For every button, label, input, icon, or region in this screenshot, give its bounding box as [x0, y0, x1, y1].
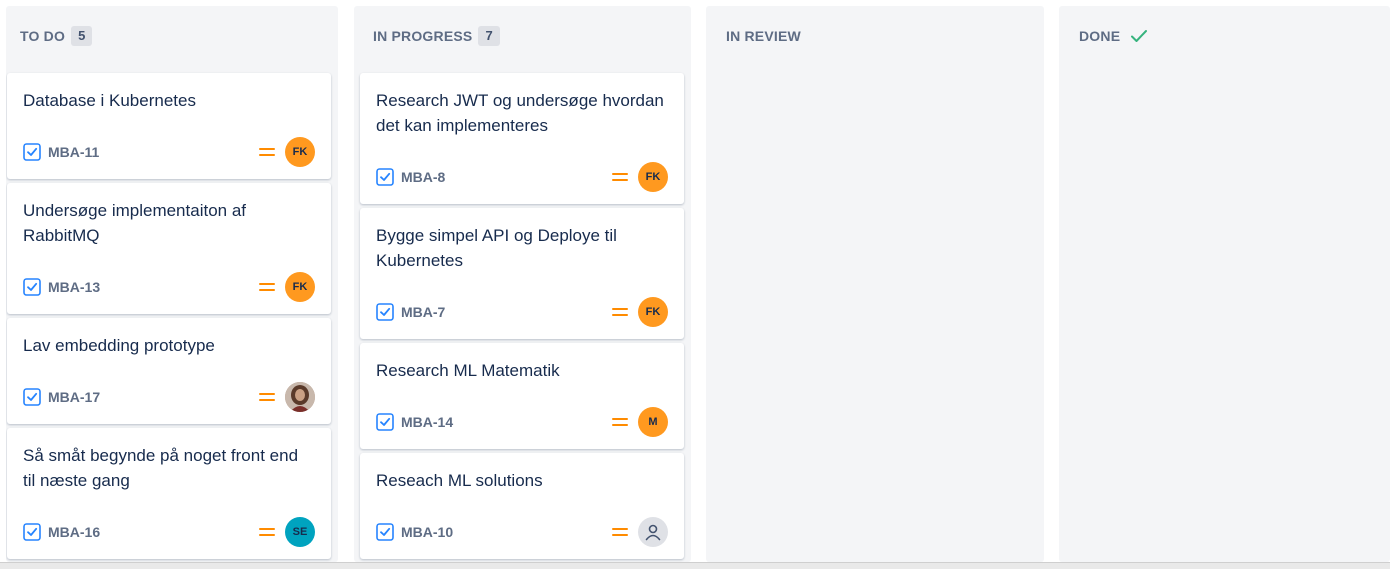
column-title: TO DO [20, 28, 66, 44]
issue-key[interactable]: MBA-11 [48, 144, 99, 160]
horizontal-scrollbar[interactable] [0, 562, 1390, 569]
user-icon [643, 522, 663, 542]
card-footer: MBA-7 FK [376, 297, 668, 327]
task-checkbox-icon [376, 303, 394, 321]
card-footer: MBA-10 [376, 517, 668, 547]
issue-card[interactable]: Så småt begynde på noget front end til n… [7, 428, 331, 559]
issue-card[interactable]: Reseach ML solutions MBA-10 [360, 453, 684, 559]
issue-card[interactable]: Bygge simpel API og Deploye til Kubernet… [360, 208, 684, 339]
card-footer: MBA-14 M [376, 407, 668, 437]
column-header: IN PROGRESS 7 [354, 6, 691, 66]
column-title: IN REVIEW [726, 28, 801, 44]
column-header: DONE [1059, 6, 1390, 66]
card-title: Så småt begynde på noget front end til n… [23, 446, 299, 490]
card-title: Reseach ML solutions [376, 471, 543, 490]
task-checkbox-icon [23, 523, 41, 541]
card-footer: MBA-13 FK [23, 272, 315, 302]
priority-medium-icon [259, 526, 275, 538]
check-icon [1130, 28, 1148, 44]
issue-card[interactable]: Lav embedding prototype MBA-17 [7, 318, 331, 424]
priority-medium-icon [612, 306, 628, 318]
priority-medium-icon [259, 146, 275, 158]
task-checkbox-icon [376, 413, 394, 431]
issue-key[interactable]: MBA-13 [48, 279, 100, 295]
card-title: Database i Kubernetes [23, 91, 196, 110]
task-checkbox-icon [23, 388, 41, 406]
issue-key[interactable]: MBA-7 [401, 304, 445, 320]
column-title: DONE [1079, 28, 1121, 44]
column-title: IN PROGRESS [373, 28, 473, 44]
issue-count-badge: 7 [478, 26, 500, 46]
issue-key[interactable]: MBA-10 [401, 524, 453, 540]
issue-card[interactable]: Research ML Matematik MBA-14 M [360, 343, 684, 449]
assignee-avatar[interactable]: FK [638, 297, 668, 327]
task-checkbox-icon [23, 278, 41, 296]
card-footer: MBA-16 SE [23, 517, 315, 547]
column-in-review: IN REVIEW [706, 6, 1044, 562]
priority-medium-icon [612, 416, 628, 428]
task-checkbox-icon [23, 143, 41, 161]
column-header: IN REVIEW [706, 6, 1044, 66]
card-title: Lav embedding prototype [23, 336, 215, 355]
issue-key[interactable]: MBA-8 [401, 169, 445, 185]
card-footer: MBA-8 FK [376, 162, 668, 192]
issue-key[interactable]: MBA-17 [48, 389, 100, 405]
column-in-progress: IN PROGRESS 7 Research JWT og undersøge … [354, 6, 691, 562]
priority-medium-icon [612, 171, 628, 183]
assignee-avatar[interactable]: SE [285, 517, 315, 547]
assignee-avatar[interactable]: FK [285, 137, 315, 167]
task-checkbox-icon [376, 168, 394, 186]
issue-card[interactable]: Undersøge implementaiton af RabbitMQ MBA… [7, 183, 331, 314]
issue-key[interactable]: MBA-16 [48, 524, 100, 540]
priority-medium-icon [612, 526, 628, 538]
issue-card[interactable]: Research JWT og undersøge hvordan det ka… [360, 73, 684, 204]
unassigned-avatar[interactable] [638, 517, 668, 547]
card-footer: MBA-11 FK [23, 137, 315, 167]
card-title: Research ML Matematik [376, 361, 560, 380]
card-title: Research JWT og undersøge hvordan det ka… [376, 91, 664, 135]
kanban-board: TO DO 5 Database i Kubernetes MBA-11 FK … [0, 0, 1390, 569]
column-header: TO DO 5 [6, 6, 338, 66]
issue-count-badge: 5 [71, 26, 93, 46]
priority-medium-icon [259, 281, 275, 293]
column-done: DONE [1059, 6, 1390, 562]
assignee-avatar[interactable]: FK [285, 272, 315, 302]
card-footer: MBA-17 [23, 382, 315, 412]
card-title: Bygge simpel API og Deploye til Kubernet… [376, 226, 617, 270]
assignee-avatar[interactable]: M [638, 407, 668, 437]
assignee-avatar[interactable]: FK [638, 162, 668, 192]
column-todo: TO DO 5 Database i Kubernetes MBA-11 FK … [6, 6, 338, 562]
card-title: Undersøge implementaiton af RabbitMQ [23, 201, 247, 245]
task-checkbox-icon [376, 523, 394, 541]
priority-medium-icon [259, 391, 275, 403]
issue-key[interactable]: MBA-14 [401, 414, 453, 430]
issue-card[interactable]: Database i Kubernetes MBA-11 FK [7, 73, 331, 179]
assignee-photo-avatar[interactable] [285, 382, 315, 412]
